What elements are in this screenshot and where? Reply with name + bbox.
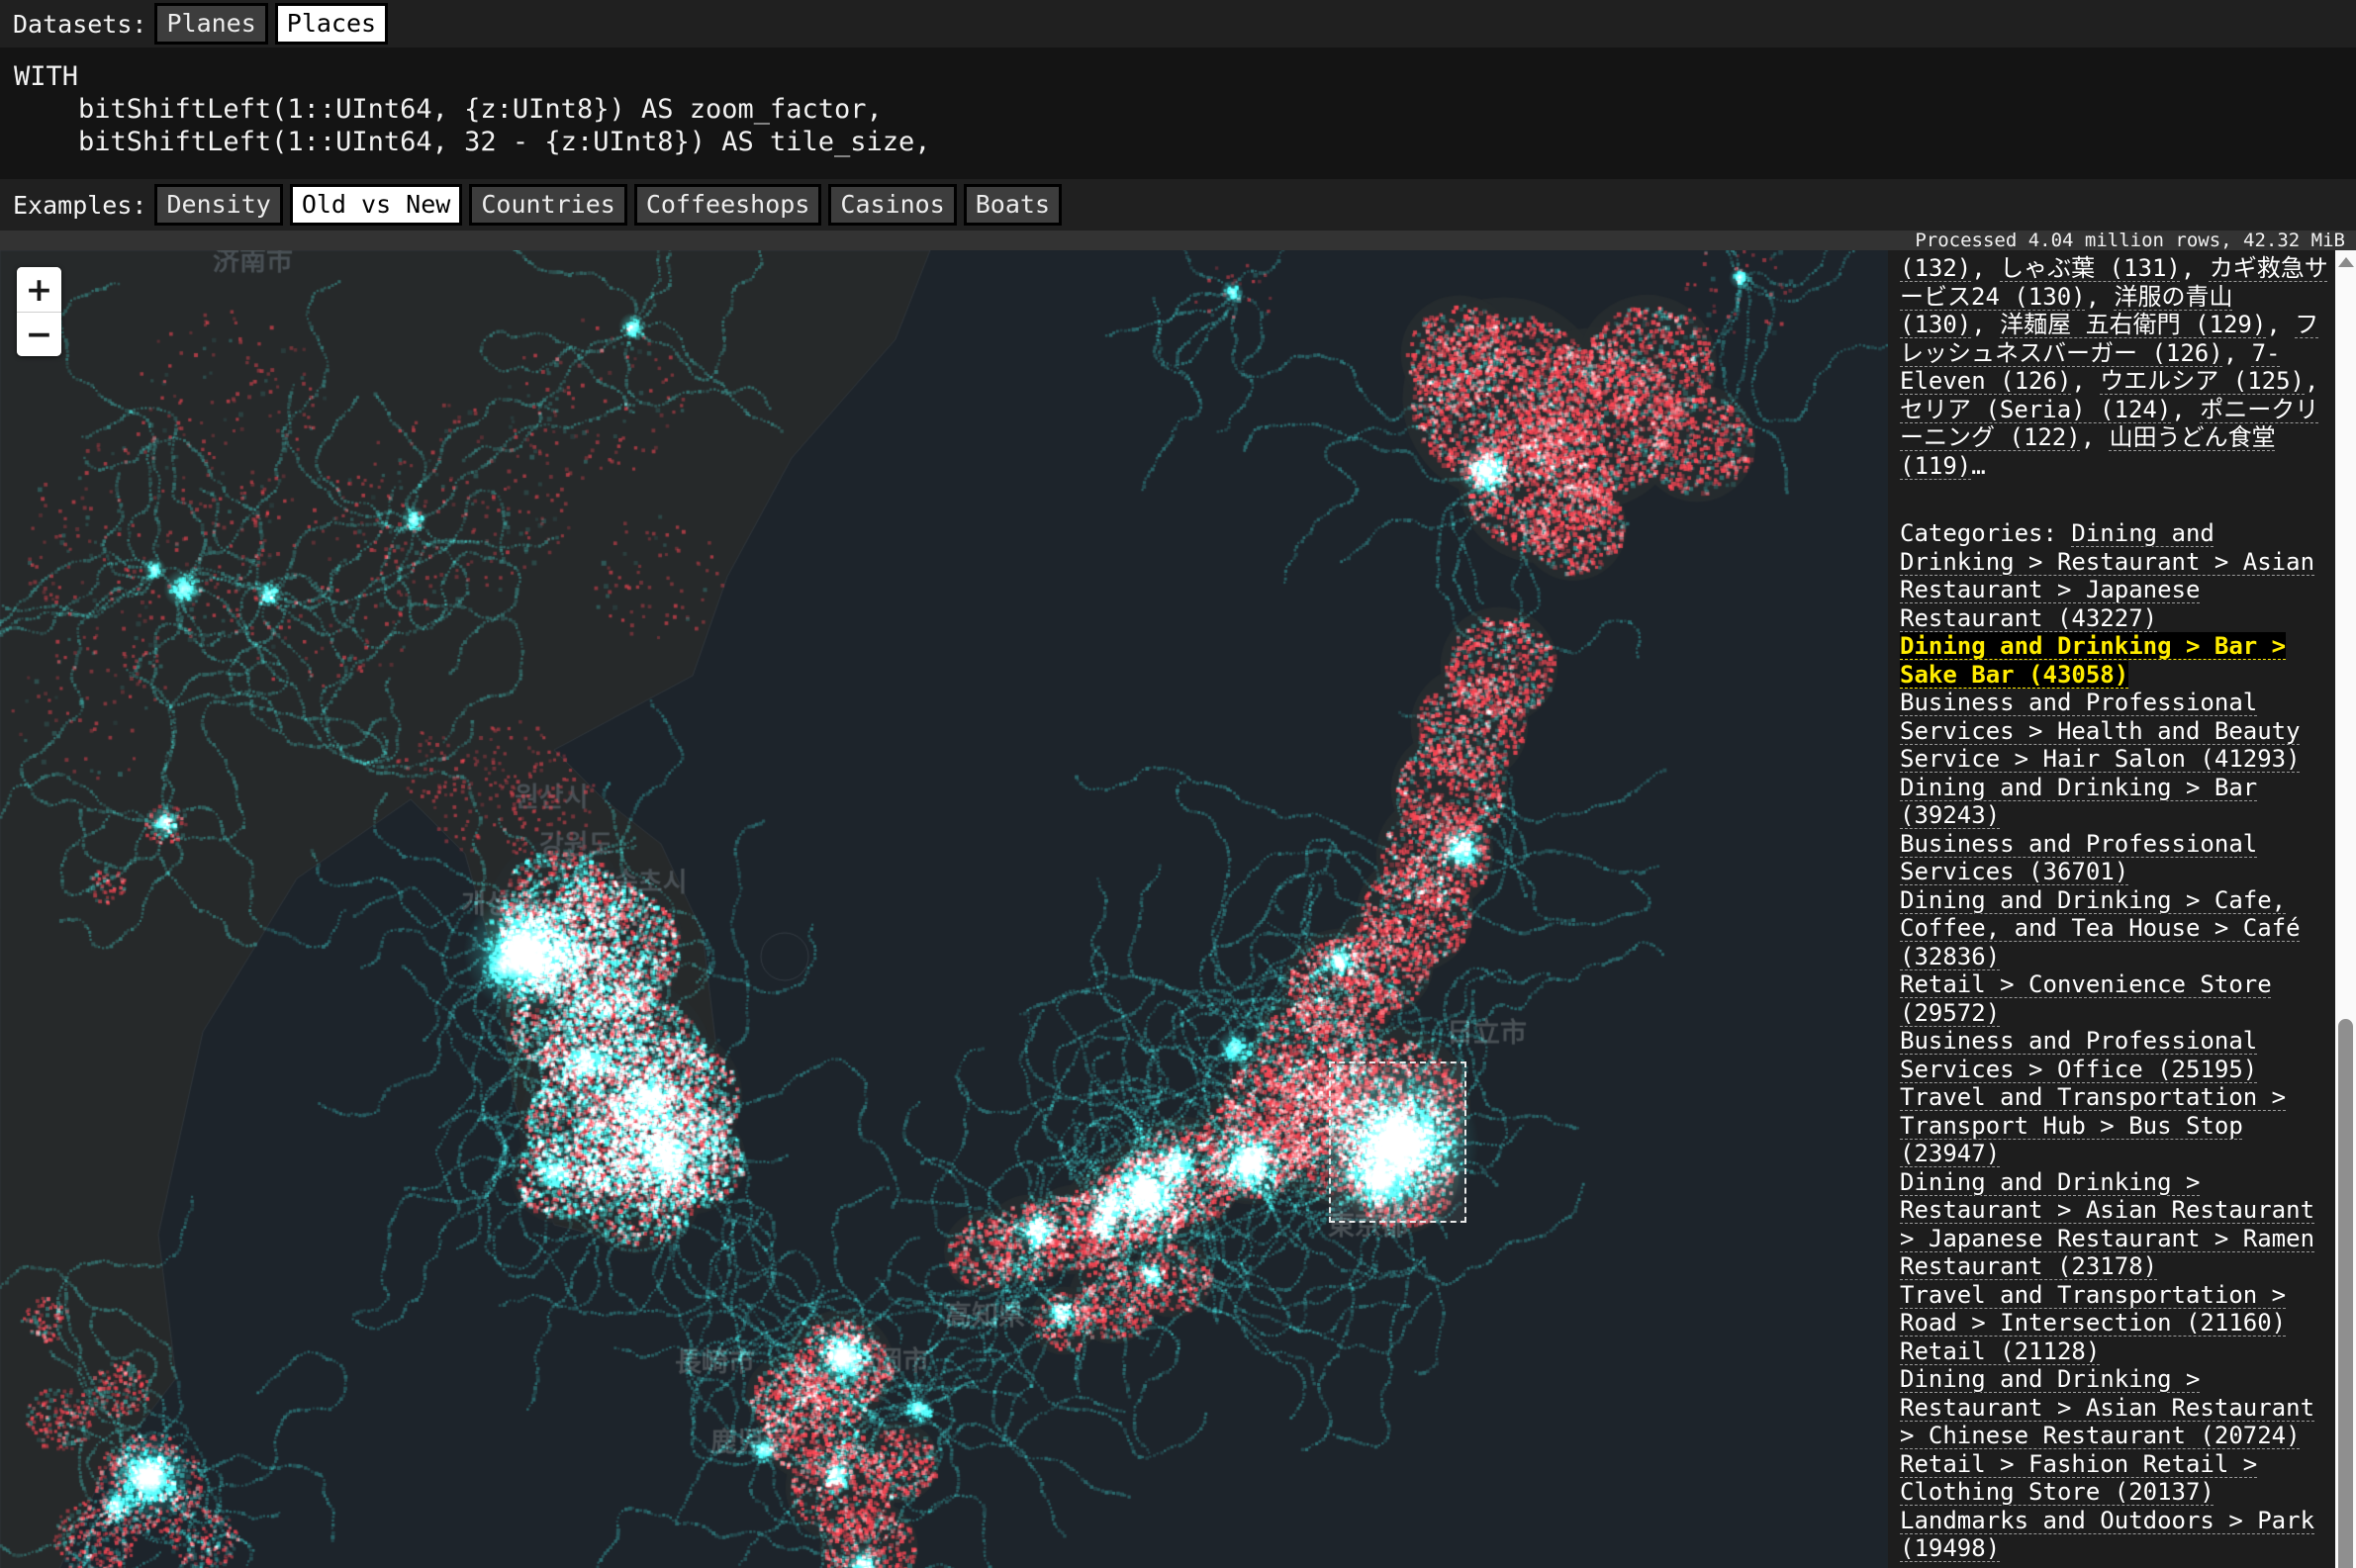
category-link[interactable]: Retail (21128) [1900,1337,2100,1365]
examples-bar: Examples: DensityOld vs NewCountriesCoff… [0,179,2356,231]
example-button-boats[interactable]: Boats [964,184,1062,226]
results-sidebar: (132), しゃぶ葉 (131), カギ救急サービス24 (130), 洋服の… [1888,250,2335,1568]
scrollbar-up-arrow-icon[interactable] [2338,257,2354,267]
category-link[interactable]: Dining and Drinking > Restaurant > Asian… [1900,1168,2314,1281]
category-link[interactable]: Dining and Drinking > Bar (39243) [1900,774,2257,830]
categories-label: Categories: [1900,519,2071,547]
category-link[interactable]: Business and Professional Services > Hea… [1900,689,2301,773]
example-button-coffeeshops[interactable]: Coffeeshops [634,184,822,226]
examples-label: Examples: [13,191,146,220]
zoom-out-button[interactable]: − [17,313,61,357]
dataset-button-places[interactable]: Places [275,3,388,45]
dataset-button-planes[interactable]: Planes [154,3,267,45]
brand-link[interactable]: セリア (Seria) (124) [1900,396,2171,423]
category-link[interactable]: Travel and Transportation > Transport Hu… [1900,1083,2286,1167]
examples-button-group: DensityOld vs NewCountriesCoffeeshopsCas… [154,184,1069,226]
example-button-casinos[interactable]: Casinos [828,184,956,226]
category-link[interactable]: Dining and Drinking > Cafe, Coffee, and … [1900,886,2301,970]
category-link[interactable]: Retail > Fashion Retail > Clothing Store… [1900,1450,2257,1507]
map-canvas[interactable] [0,250,1888,1568]
category-link-highlighted[interactable]: Dining and Drinking > Bar > Sake Bar (43… [1900,632,2286,689]
brand-link[interactable]: 洋麺屋 五右衛門 (129) [2000,311,2266,338]
sql-query-text: WITH bitShiftLeft(1::UInt64, {z:UInt8}) … [0,47,2356,158]
category-link[interactable]: Retail > Convenience Store (29572) [1900,970,2272,1027]
map: + − [0,250,1888,1568]
example-button-old-vs-new[interactable]: Old vs New [290,184,463,226]
datasets-button-group: PlanesPlaces [154,3,395,45]
brand-link[interactable]: しゃぶ葉 (131) [2000,254,2181,282]
category-link[interactable]: Landmarks and Outdoors > Park (19498) [1900,1507,2314,1563]
brand-link[interactable]: (132) [1900,254,1971,282]
sql-query-editor[interactable]: WITH bitShiftLeft(1::UInt64, {z:UInt8}) … [0,47,2356,179]
example-button-density[interactable]: Density [154,184,282,226]
category-link[interactable]: Travel and Transportation > Road > Inter… [1900,1281,2286,1337]
category-link[interactable]: Dining and Drinking > Restaurant > Asian… [1900,1365,2314,1449]
brand-link[interactable]: ウエルシア (125) [2100,367,2305,395]
example-button-countries[interactable]: Countries [469,184,626,226]
map-selection-rectangle [1329,1061,1466,1223]
zoom-in-button[interactable]: + [17,267,61,313]
datasets-label: Datasets: [13,10,146,39]
brands-list: (132), しゃぶ葉 (131), カギ救急サービス24 (130), 洋服の… [1900,254,2328,480]
scrollbar-thumb[interactable] [2338,1019,2353,1568]
categories-list: Categories: Dining and Drinking > Restau… [1900,519,2328,1563]
query-status-bar: Processed 4.04 million rows, 42.32 MiB [0,231,2356,250]
category-link[interactable]: Business and Professional Services (3670… [1900,830,2257,886]
query-status-text: Processed 4.04 million rows, 42.32 MiB [1915,230,2345,251]
map-zoom-control: + − [17,267,61,356]
category-link[interactable]: Business and Professional Services > Off… [1900,1027,2257,1083]
sidebar-scrollbar[interactable] [2335,250,2356,1568]
datasets-bar: Datasets: PlanesPlaces [0,0,2356,47]
